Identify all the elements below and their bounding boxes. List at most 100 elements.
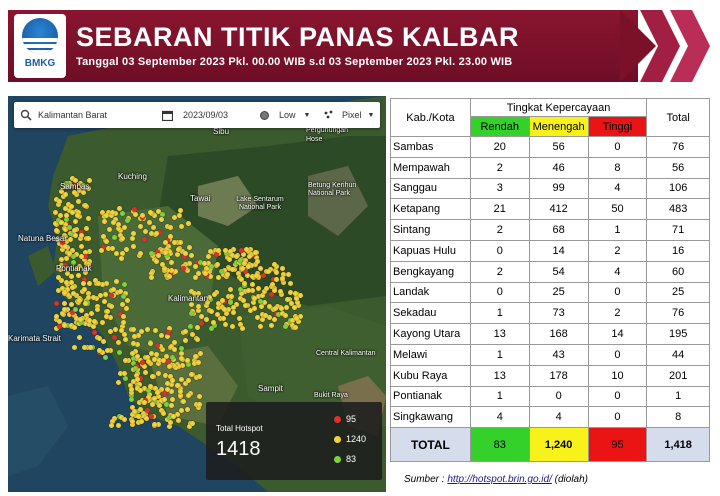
hotspot-point bbox=[243, 247, 249, 252]
hotspot-point bbox=[137, 251, 143, 257]
legend-high: 95 bbox=[334, 414, 356, 424]
confidence-select[interactable]: Low ▼ bbox=[260, 102, 310, 128]
cell-kab: Sekadau bbox=[390, 302, 471, 325]
legend-low-value: 83 bbox=[346, 454, 357, 464]
hotspot-point bbox=[143, 415, 149, 421]
cell-kab: Sambas bbox=[390, 136, 471, 158]
hotspot-point bbox=[182, 337, 188, 343]
cell-menengah: 56 bbox=[528, 136, 589, 158]
cell-kab: Singkawang bbox=[390, 406, 471, 429]
cell-kab: Sanggau bbox=[390, 177, 471, 200]
hotspot-point bbox=[284, 304, 289, 310]
hotspot-point bbox=[178, 376, 184, 382]
hotspot-point bbox=[222, 306, 228, 312]
hotspot-point bbox=[205, 254, 211, 260]
cell-rendah: 20 bbox=[469, 136, 530, 158]
hotspot-point bbox=[227, 286, 233, 292]
table-row: Kubu Raya 13 178 10 201 bbox=[390, 364, 710, 387]
hotspot-point bbox=[74, 212, 80, 218]
cell-total: 106 bbox=[646, 177, 710, 200]
hotspot-point bbox=[110, 245, 115, 251]
hotspot-point bbox=[132, 365, 138, 371]
page-title: SEBARAN TITIK PANAS KALBAR bbox=[76, 22, 519, 52]
cell-total: 16 bbox=[646, 239, 710, 262]
logo-globe-icon bbox=[22, 18, 58, 54]
hotspot-point bbox=[192, 353, 198, 359]
hotspot-point bbox=[146, 219, 152, 225]
hotspot-point bbox=[159, 332, 165, 338]
hotspot-point bbox=[100, 281, 106, 287]
hotspot-point bbox=[197, 373, 202, 379]
hotspot-point bbox=[188, 371, 194, 377]
hotspot-point bbox=[292, 291, 298, 297]
display-select[interactable]: Pixel ▼ bbox=[324, 102, 374, 128]
hotspot-point bbox=[261, 272, 267, 278]
hotspot-point bbox=[177, 393, 183, 399]
hotspot-point bbox=[229, 324, 235, 330]
hotspot-point bbox=[151, 421, 157, 427]
legend-medium-value: 1240 bbox=[346, 434, 367, 444]
hotspot-point bbox=[108, 423, 114, 429]
cell-kab: Kapuas Hulu bbox=[390, 239, 471, 262]
table-body: Sambas 20 56 0 76 Mempawah 2 46 8 56 Sanggau 3 99 4 10… bbox=[390, 136, 710, 429]
hotspot-point bbox=[188, 253, 194, 259]
hotspot-point bbox=[184, 406, 190, 412]
hotspot-point bbox=[61, 290, 67, 295]
source-suffix: (diolah) bbox=[554, 474, 589, 485]
hotspot-point bbox=[268, 323, 274, 328]
table-row: Kayong Utara 13 168 14 195 bbox=[390, 323, 710, 345]
map-label: Central Kalimantan bbox=[316, 350, 376, 357]
hotspot-point bbox=[166, 363, 172, 369]
cell-menengah: 168 bbox=[528, 323, 589, 345]
map-label: Pergunungan Hose bbox=[306, 127, 349, 143]
hotspot-point bbox=[148, 413, 154, 419]
hotspot-point bbox=[215, 312, 220, 317]
cell-rendah: 21 bbox=[469, 198, 530, 221]
hotspot-point bbox=[100, 339, 106, 344]
hotspot-point bbox=[285, 296, 291, 302]
hotspot-point bbox=[55, 274, 61, 280]
table-row: Bengkayang 2 54 4 60 bbox=[390, 260, 710, 283]
hotspot-point bbox=[158, 217, 164, 223]
hotspot-map[interactable]: Sibu Pergunungan Hose Kuching Tawai Lake… bbox=[8, 96, 386, 492]
cell-tinggi: 0 bbox=[587, 343, 648, 366]
cell-rendah: 13 bbox=[469, 323, 530, 345]
hotspot-point bbox=[72, 218, 78, 224]
source-link[interactable]: http://hotspot.brin.go.id/ bbox=[447, 474, 552, 485]
hotspot-point bbox=[120, 314, 126, 319]
hotspot-point bbox=[203, 317, 209, 323]
cell-total: 76 bbox=[646, 136, 710, 158]
hotspot-point bbox=[171, 346, 177, 352]
hotspot-point bbox=[211, 291, 217, 297]
date-picker[interactable]: 2023/09/03 bbox=[162, 102, 228, 128]
date-value: 2023/09/03 bbox=[183, 110, 229, 120]
hotspot-point bbox=[220, 316, 226, 322]
hotspot-point bbox=[257, 299, 263, 305]
hotspot-point bbox=[224, 272, 230, 277]
cell-total: 195 bbox=[646, 323, 710, 345]
hotspot-point bbox=[167, 224, 173, 230]
cell-total: 71 bbox=[646, 219, 710, 241]
search-input[interactable]: Kalimantan Barat bbox=[38, 110, 107, 120]
header-tingkat: Tingkat Kepercayaan bbox=[469, 98, 648, 117]
hotspot-point bbox=[239, 325, 245, 331]
hotspot-point bbox=[230, 309, 236, 315]
table-row: Kapuas Hulu 0 14 2 16 bbox=[390, 239, 710, 262]
hotspot-point bbox=[143, 369, 149, 375]
map-toolbar: Kalimantan Barat 2023/09/03 Low ▼ Pixel … bbox=[14, 102, 380, 128]
cell-rendah: 3 bbox=[469, 177, 530, 200]
cell-kab: Sintang bbox=[390, 219, 471, 241]
hotspot-point bbox=[63, 279, 69, 285]
hotspot-point bbox=[72, 227, 78, 233]
map-label: Natuna Besar bbox=[18, 234, 67, 243]
map-label: Tawai bbox=[190, 194, 211, 203]
hotspot-point bbox=[75, 198, 81, 204]
hotspot-point bbox=[288, 280, 293, 286]
hotspot-point bbox=[209, 326, 214, 331]
search-control[interactable]: Kalimantan Barat bbox=[20, 102, 107, 128]
hotspot-point bbox=[174, 251, 180, 257]
cell-tinggi: 14 bbox=[587, 323, 648, 345]
hotspot-point bbox=[58, 256, 64, 262]
hotspot-point bbox=[90, 295, 96, 301]
hotspot-point bbox=[86, 280, 92, 286]
